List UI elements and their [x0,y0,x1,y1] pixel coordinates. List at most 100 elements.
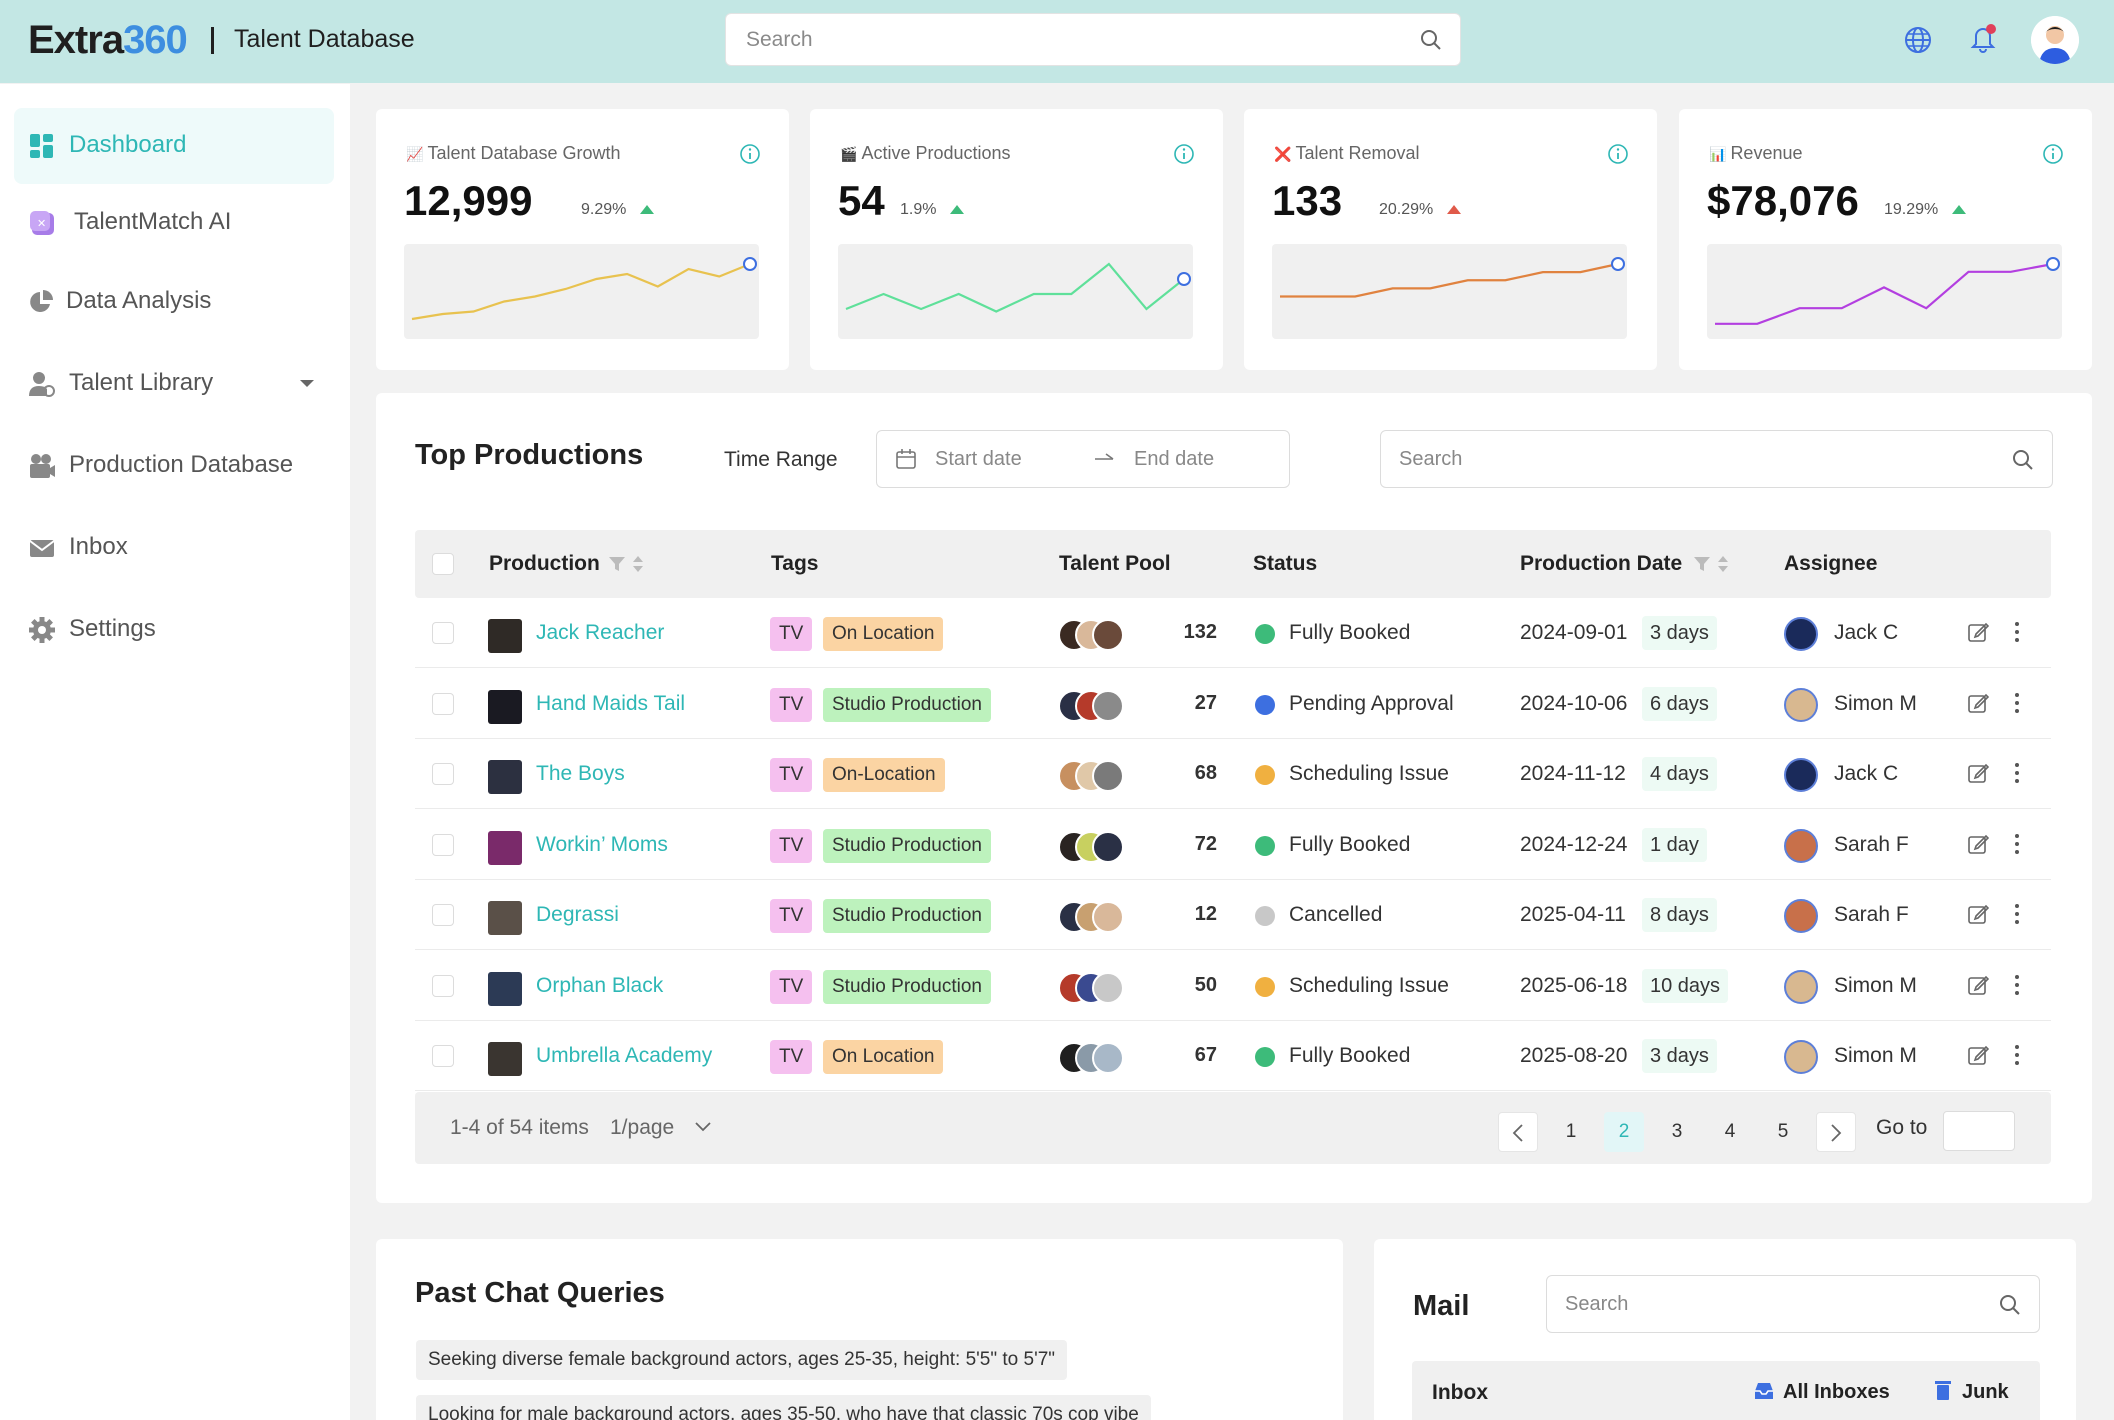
row-checkbox[interactable] [432,974,454,997]
talent-pool-avatars[interactable] [1058,971,1138,1006]
row-checkbox[interactable] [432,692,454,715]
talent-pool-avatars[interactable] [1058,1042,1138,1076]
info-icon[interactable] [1607,143,1629,165]
all-inboxes-button[interactable]: All Inboxes [1783,1381,1890,1404]
end-date-input[interactable]: End date [1134,448,1214,471]
chevron-down-icon[interactable] [695,1122,711,1132]
inbox-label[interactable]: Inbox [1432,1381,1488,1405]
production-link[interactable]: Umbrella Academy [536,1044,712,1068]
more-options-icon[interactable] [2013,973,2021,997]
logo[interactable]: Extra360 [28,18,188,63]
date-range-picker[interactable]: Start date End date [876,430,1290,488]
row-checkbox[interactable] [432,763,454,785]
sidebar-item-settings[interactable]: Settings [14,592,334,668]
global-search-input[interactable]: Search [725,13,1461,66]
next-page-button[interactable] [1816,1112,1856,1152]
talent-pool-avatars[interactable] [1058,830,1138,865]
edit-icon[interactable] [1967,903,1989,925]
talent-pool-count: 50 [1194,973,1217,996]
edit-icon[interactable] [1967,1044,1989,1066]
sidebar-item-production-database[interactable]: Production Database [14,428,334,504]
row-checkbox[interactable] [432,1045,454,1067]
edit-icon[interactable] [1967,762,1989,784]
kpi-card[interactable]: 🎬 Active Productions 54 1.9% [810,109,1223,370]
page-number-button[interactable]: 2 [1604,1112,1644,1152]
talent-pool-avatars[interactable] [1058,689,1138,724]
sidebar-item-data-analysis[interactable]: Data Analysis [14,264,334,340]
kpi-value: $78,076 [1707,177,1859,224]
edit-icon[interactable] [1967,692,1989,714]
page-number-button[interactable]: 1 [1551,1112,1591,1152]
production-thumbnail [488,1042,522,1076]
table-row[interactable]: Orphan Black TV Studio Production 50 Schedul… [415,951,2051,1021]
col-production[interactable]: Production [489,552,600,576]
edit-icon[interactable] [1967,974,1989,996]
sparkline-chart [1707,244,2062,339]
prev-page-button[interactable] [1498,1112,1538,1152]
row-checkbox[interactable] [432,904,454,926]
table-row[interactable]: Jack Reacher TV On Location 132 Fully Booked… [415,598,2051,668]
notification-bell-icon[interactable] [1968,22,1998,54]
kpi-card[interactable]: 📊 Revenue $78,076 19.29% [1679,109,2092,370]
table-row[interactable]: Umbrella Academy TV On Location 67 Fully Boo… [415,1021,2051,1091]
more-options-icon[interactable] [2013,761,2021,785]
row-checkbox[interactable] [432,622,454,644]
chevron-down-icon[interactable] [299,379,315,389]
filter-icon[interactable] [608,555,626,573]
production-link[interactable]: Degrassi [536,903,619,927]
edit-icon[interactable] [1967,621,1989,643]
info-icon[interactable] [2042,143,2064,165]
page-number-button[interactable]: 3 [1657,1112,1697,1152]
chat-query-item[interactable]: Looking for male background actors, ages… [416,1395,1151,1420]
info-icon[interactable] [739,143,761,165]
days-badge: 3 days [1642,1039,1717,1073]
production-link[interactable]: Orphan Black [536,974,663,998]
check-circle-icon [1255,835,1275,856]
kpi-change: 20.29% [1379,201,1434,218]
more-options-icon[interactable] [2013,902,2021,926]
sidebar-item-inbox[interactable]: Inbox [14,510,334,586]
days-badge: 10 days [1642,968,1729,1003]
page-number-button[interactable]: 4 [1710,1112,1750,1152]
table-row[interactable]: Degrassi TV Studio Production 12 Cancelled 20… [415,880,2051,950]
col-production-date[interactable]: Production Date [1520,552,1682,576]
tag-production-type: On-Location [823,758,945,792]
table-row[interactable]: Hand Maids Tail TV Studio Production 27 Pend… [415,669,2051,739]
row-checkbox[interactable] [432,833,454,856]
more-options-icon[interactable] [2013,691,2021,715]
edit-icon[interactable] [1967,833,1989,855]
junk-button[interactable]: Junk [1962,1381,2009,1404]
more-options-icon[interactable] [2013,832,2021,856]
filter-icon[interactable] [1693,555,1711,573]
kpi-card[interactable]: ❌ Talent Removal 133 20.29% [1244,109,1657,370]
info-icon[interactable] [1173,143,1195,165]
production-link[interactable]: Jack Reacher [536,621,664,645]
more-options-icon[interactable] [2013,1043,2021,1067]
sort-icon[interactable] [1717,554,1729,574]
talent-pool-avatars[interactable] [1058,619,1138,653]
kpi-card[interactable]: 📈 Talent Database Growth 12,999 9.29% [376,109,789,370]
chat-query-item[interactable]: Seeking diverse female background actors… [416,1340,1068,1380]
more-options-icon[interactable] [2013,620,2021,644]
sidebar-item-talentmatch-ai[interactable]: ✕ TalentMatch AI [14,185,334,261]
select-all-checkbox[interactable] [432,553,454,575]
goto-page-input[interactable] [1943,1111,2015,1151]
page-number-button[interactable]: 5 [1763,1112,1803,1152]
talent-pool-avatars[interactable] [1058,760,1138,794]
sidebar-item-dashboard[interactable]: Dashboard [14,108,334,184]
sidebar-item-label: Production Database [69,451,294,478]
sidebar-item-talent-library[interactable]: Talent Library [14,346,334,422]
talent-pool-avatars[interactable] [1058,901,1138,935]
sort-icon[interactable] [632,554,644,574]
globe-icon[interactable] [1903,25,1933,55]
table-row[interactable]: The Boys TV On-Location 68 Scheduling Issue 2… [415,739,2051,809]
production-link[interactable]: Workin’ Moms [536,833,668,857]
production-link[interactable]: Hand Maids Tail [536,692,685,716]
page-size-select[interactable]: 1/page [610,1116,674,1140]
productions-search-input[interactable]: Search [1380,430,2053,488]
mail-search-input[interactable]: Search [1546,1275,2040,1333]
production-link[interactable]: The Boys [536,762,625,786]
table-row[interactable]: Workin’ Moms TV Studio Production 72 Fully B… [415,810,2051,880]
start-date-input[interactable]: Start date [935,448,1022,471]
user-avatar[interactable] [2031,16,2079,64]
